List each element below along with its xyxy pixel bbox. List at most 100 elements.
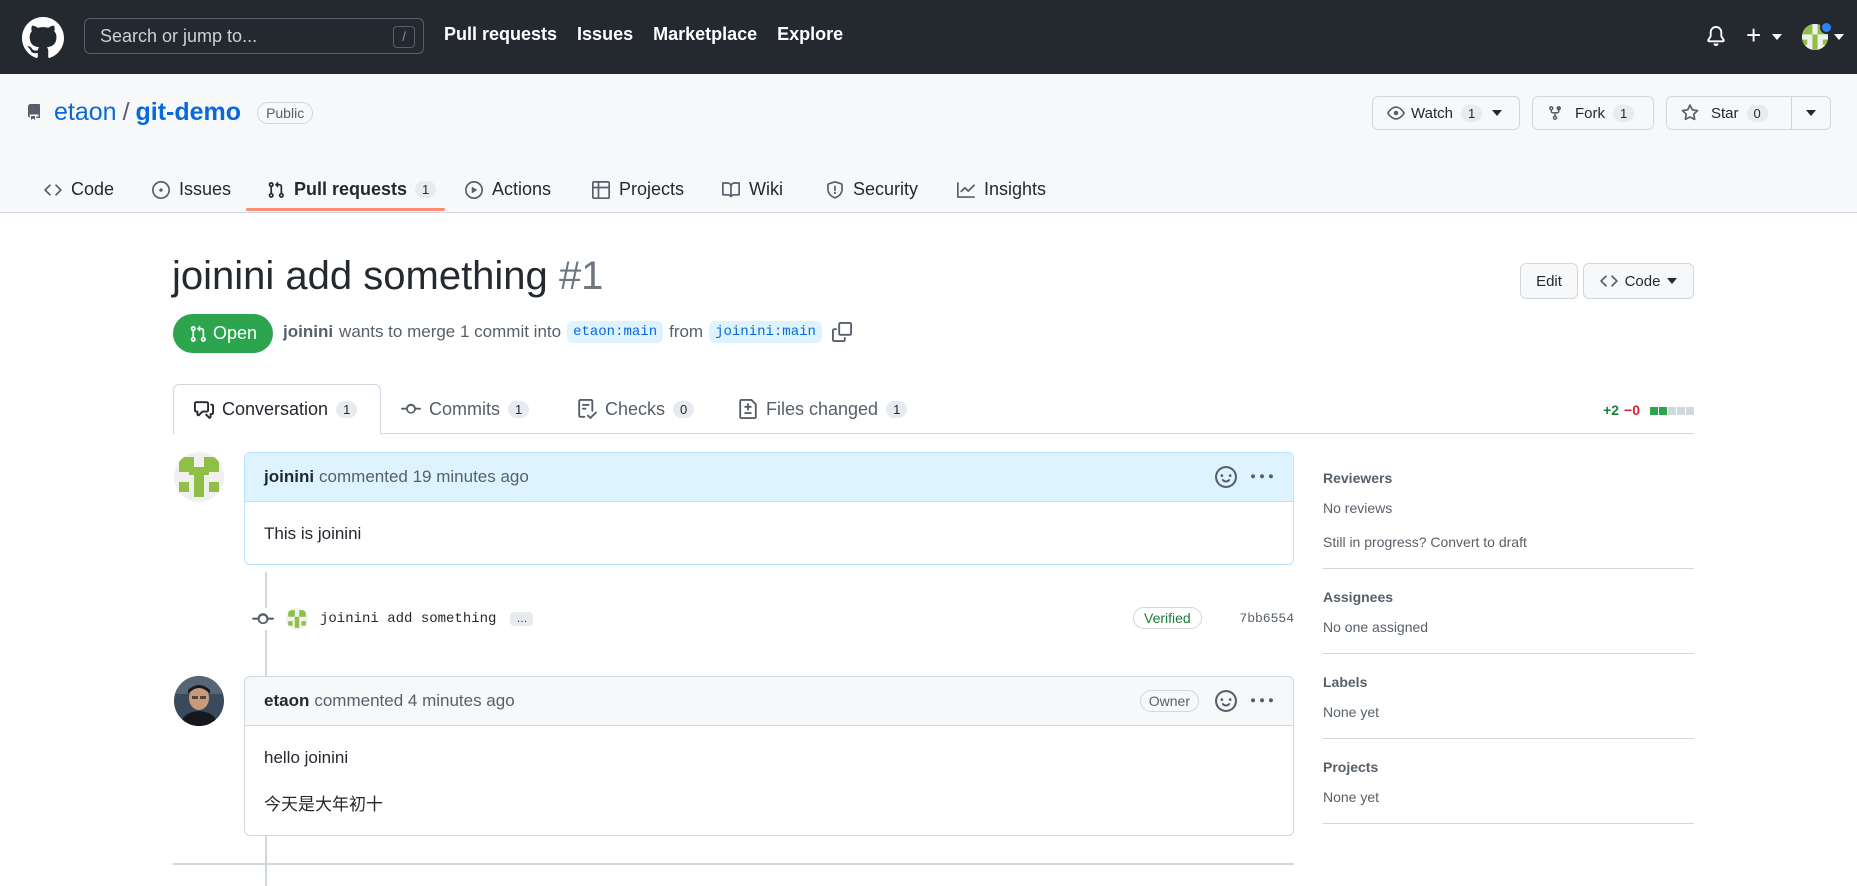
tab-wiki[interactable]: Wiki [722,166,783,213]
projects-title[interactable]: Projects [1323,759,1694,775]
repo-owner-link[interactable]: etaon [54,98,117,127]
code-dropdown-button[interactable]: Code [1583,263,1694,299]
tab-security[interactable]: Security [826,166,918,213]
labels-section: Labels None yet [1323,674,1694,739]
tab-commits[interactable]: Commits 1 [401,384,530,434]
star-count: 0 [1746,104,1768,122]
verified-badge[interactable]: Verified [1133,607,1202,629]
smiley-icon[interactable] [1215,690,1237,712]
global-header: / Pull requests Issues Marketplace Explo… [0,0,1857,74]
checks-counter: 0 [673,400,695,418]
comment-timestamp[interactable]: commented 4 minutes ago [314,691,514,711]
nav-issues[interactable]: Issues [577,24,633,45]
fork-button[interactable]: Fork 1 [1532,96,1654,130]
repo-name-link[interactable]: git-demo [136,98,242,127]
tab-insights[interactable]: Insights [957,166,1046,213]
joinini-avatar[interactable] [174,452,224,502]
global-nav: Pull requests Issues Marketplace Explore [444,24,843,45]
github-logo-icon[interactable] [22,17,64,59]
git-pull-request-icon [190,325,206,342]
edit-label: Edit [1536,272,1562,290]
etaon-avatar[interactable] [174,676,224,726]
notifications-bell-icon[interactable] [1706,25,1726,47]
assignees-value: No one assigned [1323,619,1429,635]
pr-state-label: Open [212,323,258,343]
base-branch[interactable]: etaon:main [567,321,664,343]
smiley-icon[interactable] [1215,466,1237,488]
book-icon [722,181,740,199]
tab-files-changed-label: Files changed [766,398,879,419]
create-new-plus-icon[interactable]: + [1746,22,1761,48]
tab-files-changed[interactable]: Files changed 1 [738,384,908,434]
tab-conversation[interactable]: Conversation 1 [173,384,381,435]
repo-separator: / [122,98,130,126]
fork-count: 1 [1613,104,1635,122]
conversation-counter: 1 [336,401,358,418]
reviewers-title[interactable]: Reviewers [1323,470,1694,486]
commit-sha-link[interactable]: 7bb6554 [1239,611,1294,626]
tab-code[interactable]: Code [44,166,114,213]
comment-text: This is joinini [264,524,362,543]
comment-card: etaon commented 4 minutes ago Owner hell… [244,676,1294,836]
watch-count: 1 [1460,104,1483,122]
global-search[interactable]: / [84,18,424,54]
tab-projects[interactable]: Projects [592,166,684,213]
comment-author-link[interactable]: joinini [264,467,314,487]
diffstat-block-neutral [1677,407,1685,415]
labels-title[interactable]: Labels [1323,674,1694,690]
tab-pull-requests[interactable]: Pull requests 1 [267,166,437,213]
repo-tabs: Code Issues Pull requests 1 Actions Proj… [0,166,1857,213]
nav-marketplace[interactable]: Marketplace [653,24,757,45]
star-list-dropdown[interactable] [1791,96,1831,130]
pr-author-link[interactable]: joinini [283,322,333,342]
head-branch[interactable]: joinini:main [709,321,822,343]
commit-expand-button[interactable]: … [510,612,534,626]
user-photo-icon [174,676,224,726]
eye-icon [1387,104,1405,122]
labels-value: None yet [1323,704,1380,720]
assignees-title[interactable]: Assignees [1323,589,1694,605]
comment-text: 今天是大年初十 [264,795,383,815]
commit-author-avatar[interactable] [286,608,308,630]
assignees-section: Assignees No one assigned [1323,589,1694,654]
notification-dot [1820,21,1833,34]
repo-header: etaon / git-demo Public Watch 1 Fork 1 S… [0,74,1857,213]
visibility-badge: Public [257,101,314,124]
tab-conversation-label: Conversation [222,399,329,419]
convert-to-draft-link[interactable]: Still in progress? Convert to draft [1323,534,1694,550]
git-pull-request-icon [267,181,285,199]
kebab-horizontal-icon[interactable] [1251,466,1273,488]
create-new-caret-icon[interactable] [1772,34,1782,40]
user-menu-caret-icon[interactable] [1834,34,1844,40]
reviewers-value: No reviews [1323,500,1393,516]
star-caret-icon [1806,110,1816,116]
nav-explore[interactable]: Explore [777,24,843,45]
comment-timestamp[interactable]: commented 19 minutes ago [319,467,529,487]
timeline-divider [173,863,1294,865]
search-input[interactable] [85,19,423,53]
edit-title-button[interactable]: Edit [1520,263,1578,299]
identicon-icon [174,452,224,502]
merge-from-text: from [669,322,704,341]
tab-actions[interactable]: Actions [465,166,551,213]
comment-actions: Owner [1139,690,1273,712]
watch-label: Watch [1411,104,1453,122]
table-icon [592,180,610,199]
kebab-horizontal-icon[interactable] [1251,690,1273,712]
star-button[interactable]: Star 0 [1666,96,1792,130]
watch-caret-icon[interactable] [1492,110,1503,116]
timeline-commit: joinini add something … Verified 7bb6554 [252,603,1294,635]
tab-pull-requests-label: Pull requests [294,179,408,199]
owner-badge: Owner [1139,690,1199,712]
watch-button[interactable]: Watch 1 [1372,96,1520,130]
tab-issues[interactable]: Issues [152,166,231,213]
nav-pull-requests[interactable]: Pull requests [444,24,557,45]
comment-author-link[interactable]: etaon [264,691,309,711]
git-commit-icon [401,399,421,419]
diffstat: +2 −0 [1603,402,1694,418]
commit-message-link[interactable]: joinini add something [320,611,496,627]
play-icon [465,180,483,199]
identicon-icon [286,608,308,630]
tab-checks[interactable]: Checks 0 [577,384,695,434]
copy-icon[interactable] [831,322,852,342]
